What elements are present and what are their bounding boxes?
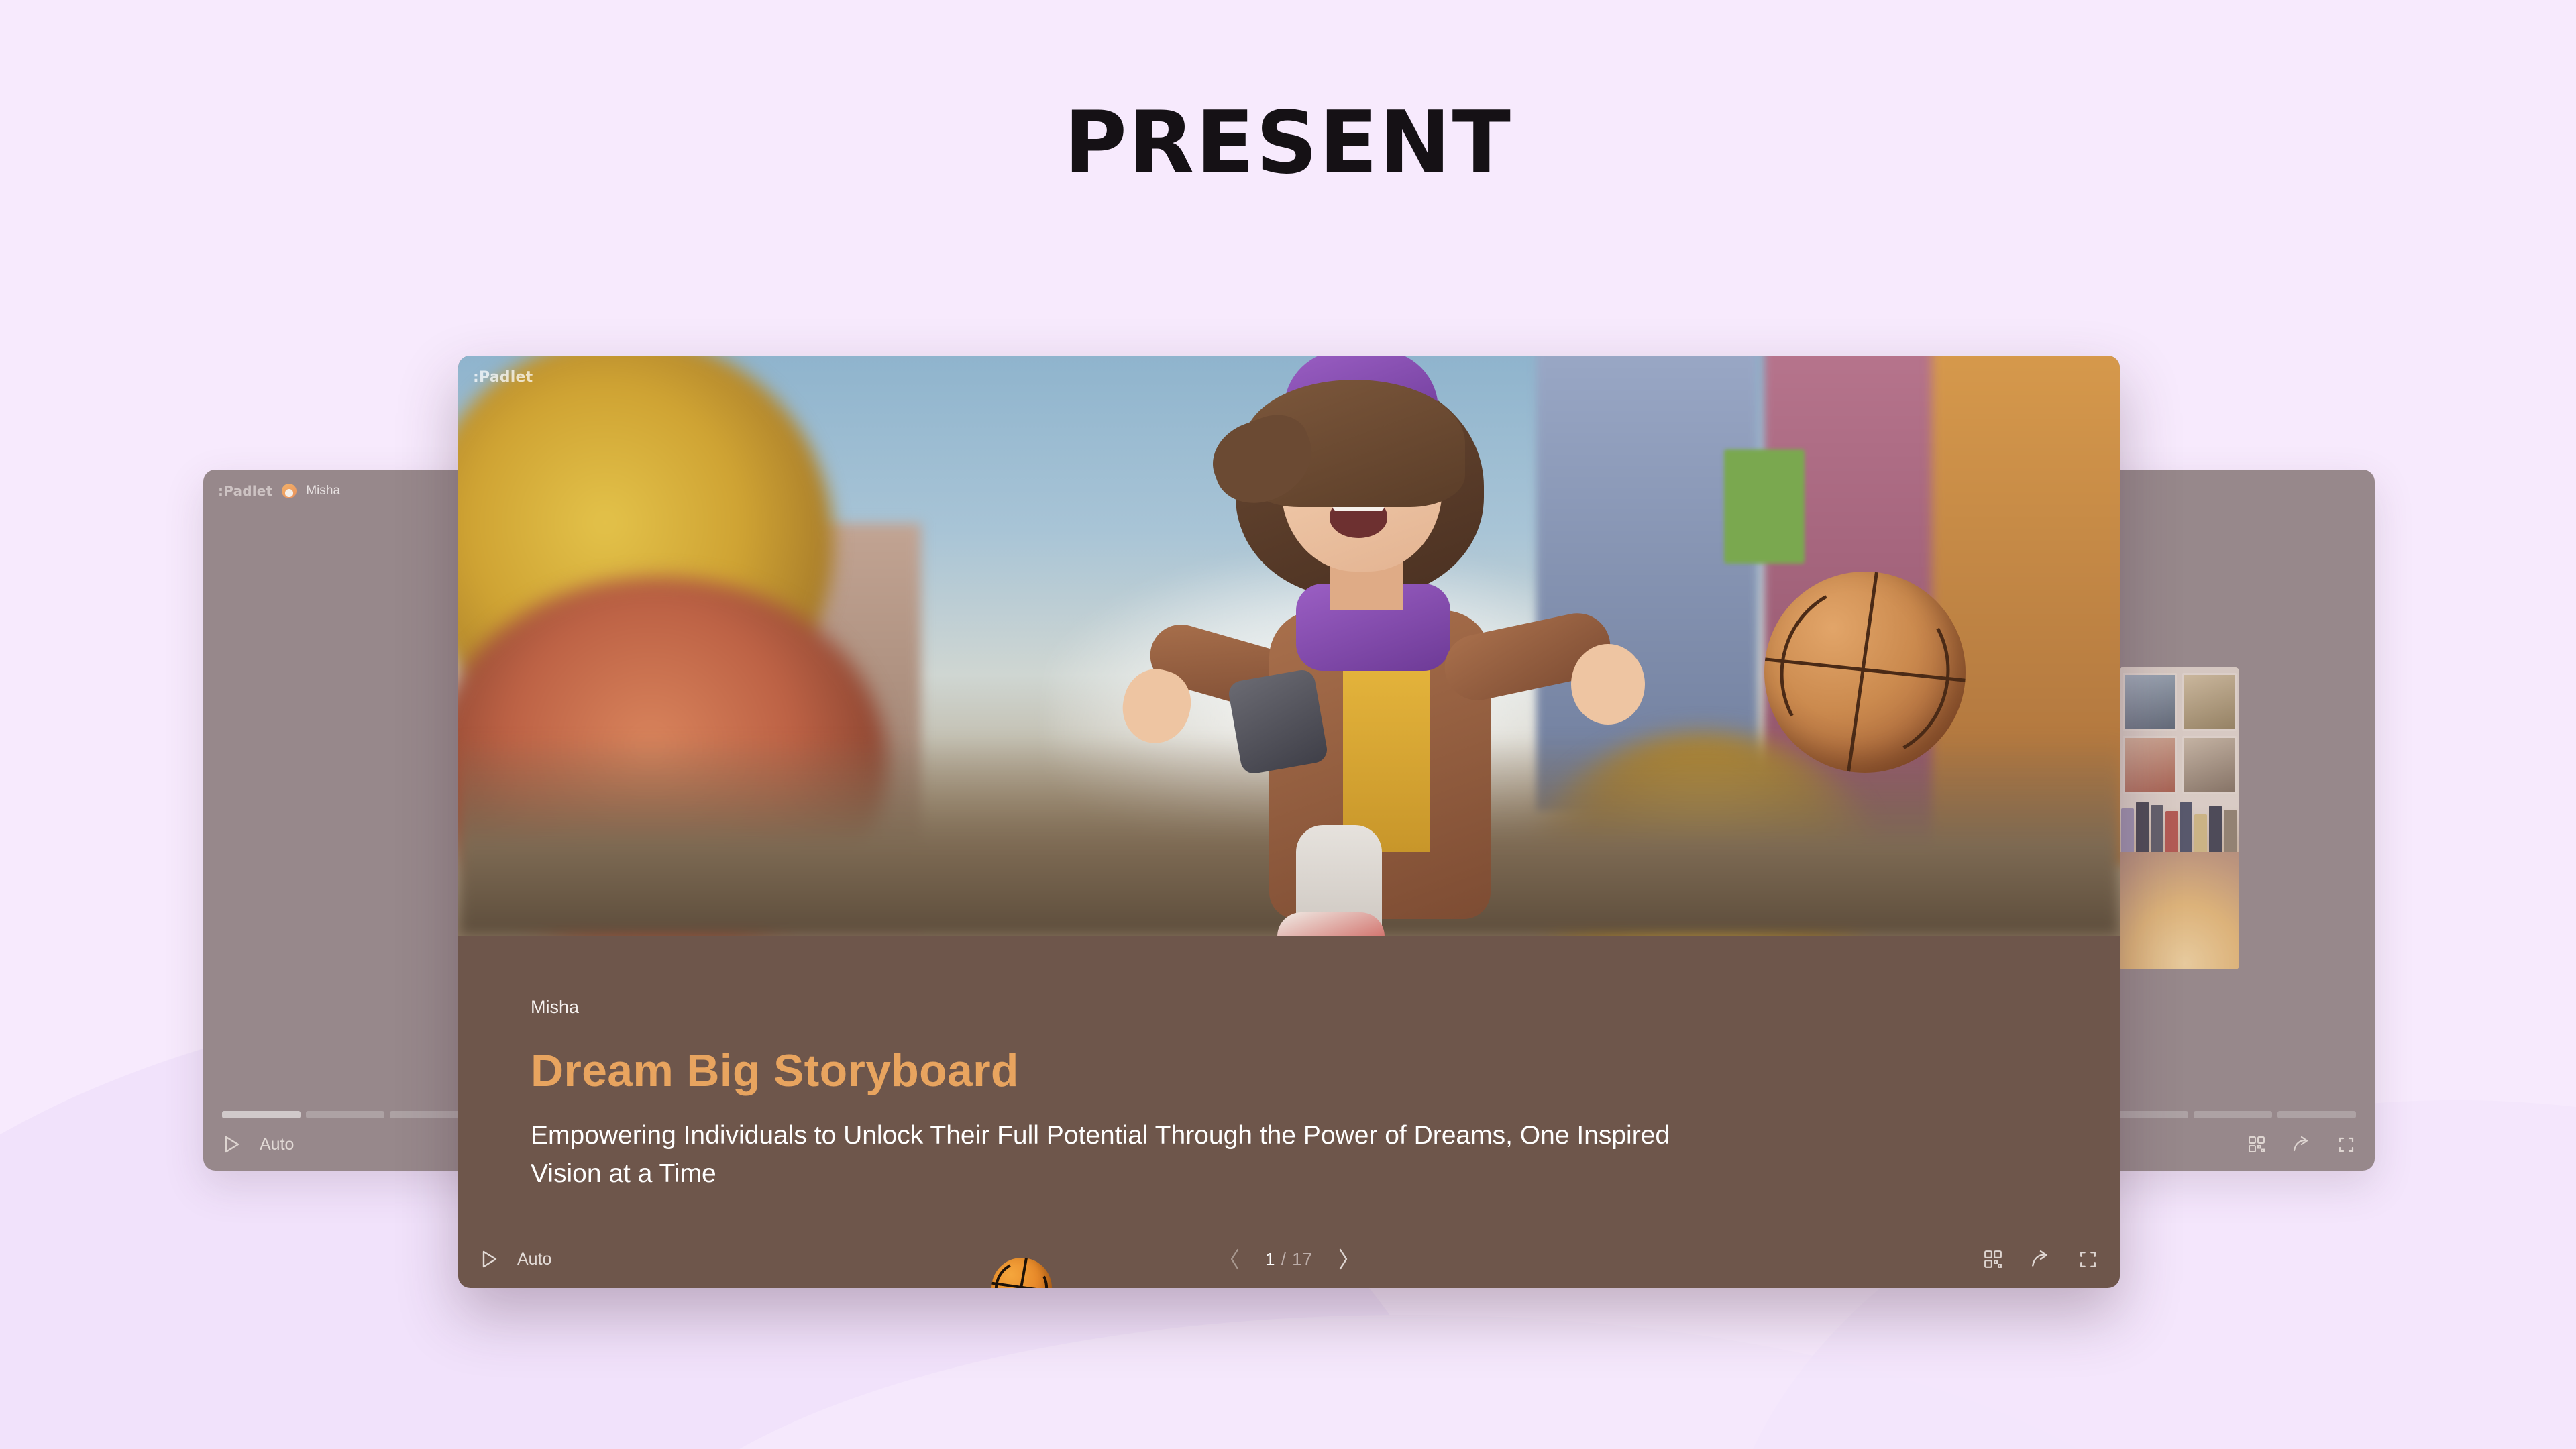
left-card-header: :Padlet Misha xyxy=(218,483,340,499)
basketball-illustration xyxy=(1764,572,1966,773)
left-card-author: Misha xyxy=(306,484,341,498)
qr-code-icon[interactable] xyxy=(1984,1250,2002,1269)
share-arrow-icon[interactable] xyxy=(2031,1250,2051,1269)
page-title: PRESENT xyxy=(1064,93,1512,193)
character-illustration xyxy=(981,356,1652,936)
slide-title: Dream Big Storyboard xyxy=(531,1045,1019,1096)
page-separator: / xyxy=(1281,1248,1287,1269)
previous-slide-button[interactable] xyxy=(1228,1248,1242,1271)
padlet-logo: :Padlet xyxy=(473,369,533,386)
padlet-logo: :Padlet xyxy=(218,483,273,499)
fullscreen-icon[interactable] xyxy=(2079,1250,2097,1269)
share-arrow-icon[interactable] xyxy=(2292,1136,2311,1153)
slide-thumbnail-image xyxy=(2118,667,2239,969)
fullscreen-icon[interactable] xyxy=(2338,1136,2355,1153)
slide-subtitle: Empowering Individuals to Unlock Their F… xyxy=(531,1121,1670,1188)
slide-hero-image: :Padlet xyxy=(458,356,2120,936)
play-icon[interactable] xyxy=(481,1250,498,1269)
page-total: 17 xyxy=(1292,1248,1313,1269)
page-indicator: 1 / 17 xyxy=(1265,1249,1313,1270)
avatar-icon xyxy=(282,484,297,498)
slide-toolbar: Auto 1 / 17 xyxy=(458,1230,2120,1288)
page-current: 1 xyxy=(1265,1248,1276,1269)
qr-code-icon[interactable] xyxy=(2248,1136,2265,1153)
play-icon[interactable] xyxy=(223,1135,241,1154)
slide-author: Misha xyxy=(531,997,580,1017)
auto-play-label[interactable]: Auto xyxy=(517,1250,551,1269)
next-slide-button[interactable] xyxy=(1336,1248,1350,1271)
auto-play-label[interactable]: Auto xyxy=(260,1135,294,1155)
current-slide-card[interactable]: :Padlet Misha Dream Big Storyboard Empow… xyxy=(458,356,2120,1288)
